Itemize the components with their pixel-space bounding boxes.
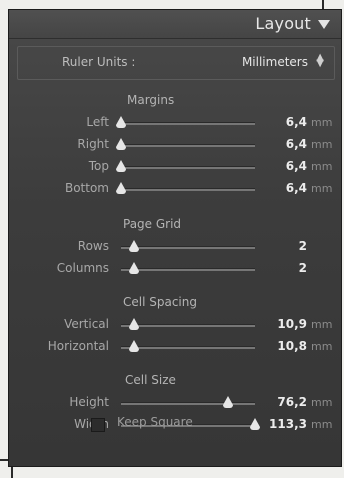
unit-label: mm bbox=[311, 396, 333, 409]
slider-thumb[interactable] bbox=[129, 262, 140, 274]
up-down-arrows-icon[interactable]: ▲ ▼ bbox=[316, 53, 324, 69]
section-title-margins: Margins bbox=[127, 93, 175, 107]
height-slider[interactable] bbox=[121, 402, 255, 405]
margin-top-slider[interactable] bbox=[121, 166, 255, 169]
margin-bottom-label: Bottom bbox=[64, 181, 109, 195]
height-label: Height bbox=[69, 395, 109, 409]
margin-bottom-value[interactable]: 6,4 bbox=[259, 181, 307, 195]
unit-label: mm bbox=[311, 318, 333, 331]
vertical-spacing-label: Vertical bbox=[64, 317, 109, 331]
margin-top-label: Top bbox=[88, 159, 109, 173]
slider-thumb[interactable] bbox=[223, 396, 234, 408]
crop-mark bbox=[322, 0, 324, 9]
rows-label: Rows bbox=[77, 239, 109, 253]
triangle-down-icon[interactable] bbox=[318, 20, 330, 29]
slider-thumb[interactable] bbox=[129, 318, 140, 330]
slider-thumb[interactable] bbox=[116, 116, 126, 128]
unit-label: mm bbox=[311, 160, 333, 173]
horizontal-spacing-slider[interactable] bbox=[121, 346, 255, 349]
unit-label: mm bbox=[311, 116, 333, 129]
margin-top-value[interactable]: 6,4 bbox=[259, 159, 307, 173]
unit-label: mm bbox=[311, 418, 333, 431]
panel-title: Layout bbox=[255, 14, 311, 33]
margin-right-slider[interactable] bbox=[121, 144, 255, 147]
slider-thumb[interactable] bbox=[116, 182, 126, 194]
panel-header[interactable]: Layout bbox=[9, 10, 341, 39]
section-title-cell-size: Cell Size bbox=[125, 373, 176, 387]
ruler-units-label: Ruler Units : bbox=[62, 55, 136, 69]
horizontal-spacing-label: Horizontal bbox=[47, 339, 109, 353]
ruler-units-value[interactable]: Millimeters bbox=[242, 55, 308, 69]
section-title-cell-spacing: Cell Spacing bbox=[123, 295, 197, 309]
unit-label: mm bbox=[311, 182, 333, 195]
slider-thumb[interactable] bbox=[116, 138, 126, 150]
margin-right-value[interactable]: 6,4 bbox=[259, 137, 307, 151]
layout-panel: Layout Ruler Units : Millimeters ▲ ▼ Marg… bbox=[8, 9, 342, 467]
width-value[interactable]: 113,3 bbox=[259, 417, 307, 431]
unit-label: mm bbox=[311, 340, 333, 353]
margin-right-label: Right bbox=[77, 137, 109, 151]
margin-left-slider[interactable] bbox=[121, 122, 255, 125]
unit-label: mm bbox=[311, 138, 333, 151]
panel-body: Ruler Units : Millimeters ▲ ▼ Margins Lef… bbox=[9, 39, 341, 466]
margin-left-value[interactable]: 6,4 bbox=[259, 115, 307, 129]
slider-thumb[interactable] bbox=[129, 340, 140, 352]
slider-thumb[interactable] bbox=[129, 240, 140, 252]
margin-left-label: Left bbox=[86, 115, 109, 129]
keep-square-checkbox[interactable] bbox=[91, 418, 105, 432]
columns-slider[interactable] bbox=[121, 268, 255, 271]
columns-label: Columns bbox=[56, 261, 109, 275]
slider-thumb[interactable] bbox=[116, 160, 126, 172]
ruler-units-selector[interactable]: Ruler Units : Millimeters ▲ ▼ bbox=[17, 46, 335, 80]
vertical-spacing-slider[interactable] bbox=[121, 324, 255, 327]
columns-value[interactable]: 2 bbox=[259, 261, 307, 275]
margin-bottom-slider[interactable] bbox=[121, 188, 255, 191]
keep-square-label[interactable]: Keep Square bbox=[117, 415, 193, 429]
rows-value[interactable]: 2 bbox=[259, 239, 307, 253]
vertical-spacing-value[interactable]: 10,9 bbox=[259, 317, 307, 331]
horizontal-spacing-value[interactable]: 10,8 bbox=[259, 339, 307, 353]
height-value[interactable]: 76,2 bbox=[259, 395, 307, 409]
section-title-page-grid: Page Grid bbox=[123, 217, 182, 231]
rows-slider[interactable] bbox=[121, 246, 255, 249]
